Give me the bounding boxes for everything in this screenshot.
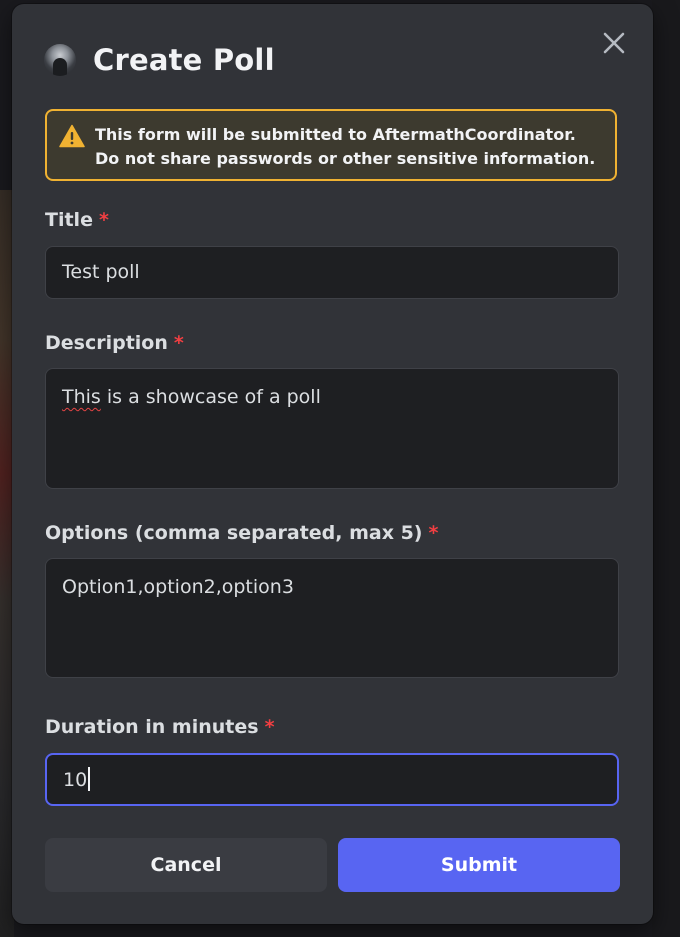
warning-icon (59, 124, 85, 148)
spellcheck-word: This (62, 386, 101, 408)
options-value: Option1,option2,option3 (62, 576, 294, 598)
title-label: Title * (45, 209, 109, 231)
required-mark: * (264, 716, 275, 738)
close-icon (603, 32, 625, 54)
modal-title: Create Poll (93, 43, 275, 77)
duration-label: Duration in minutes * (45, 716, 275, 738)
title-input-value: Test poll (62, 261, 140, 283)
warning-banner: This form will be submitted to Aftermath… (45, 109, 617, 181)
description-value-rest: is a showcase of a poll (100, 386, 321, 408)
duration-input[interactable]: 10 (45, 753, 619, 806)
close-button[interactable] (601, 30, 627, 56)
options-label: Options (comma separated, max 5) * (45, 522, 438, 544)
options-label-text: Options (comma separated, max 5) (45, 522, 423, 544)
title-input[interactable]: Test poll (45, 246, 619, 299)
submit-button[interactable]: Submit (338, 838, 620, 892)
avatar (44, 44, 76, 76)
warning-text: This form will be submitted to Aftermath… (95, 123, 599, 171)
description-textarea[interactable]: This is a showcase of a poll (45, 368, 619, 489)
cancel-button[interactable]: Cancel (45, 838, 327, 892)
create-poll-modal: Create Poll This form will be submitted … (12, 4, 653, 924)
warning-text-prefix: This form will be submitted to (95, 125, 373, 144)
warning-target: AftermathCoordinator (372, 125, 570, 144)
modal-header: Create Poll (44, 40, 275, 80)
required-mark: * (98, 209, 109, 231)
title-label-text: Title (45, 209, 93, 231)
duration-value: 10 (63, 769, 88, 791)
options-textarea[interactable]: Option1,option2,option3 (45, 558, 619, 678)
duration-label-text: Duration in minutes (45, 716, 259, 738)
required-mark: * (428, 522, 439, 544)
background-panel-edge (652, 0, 680, 937)
description-label-text: Description (45, 332, 168, 354)
description-label: Description * (45, 332, 184, 354)
required-mark: * (173, 332, 184, 354)
text-caret (88, 766, 91, 791)
